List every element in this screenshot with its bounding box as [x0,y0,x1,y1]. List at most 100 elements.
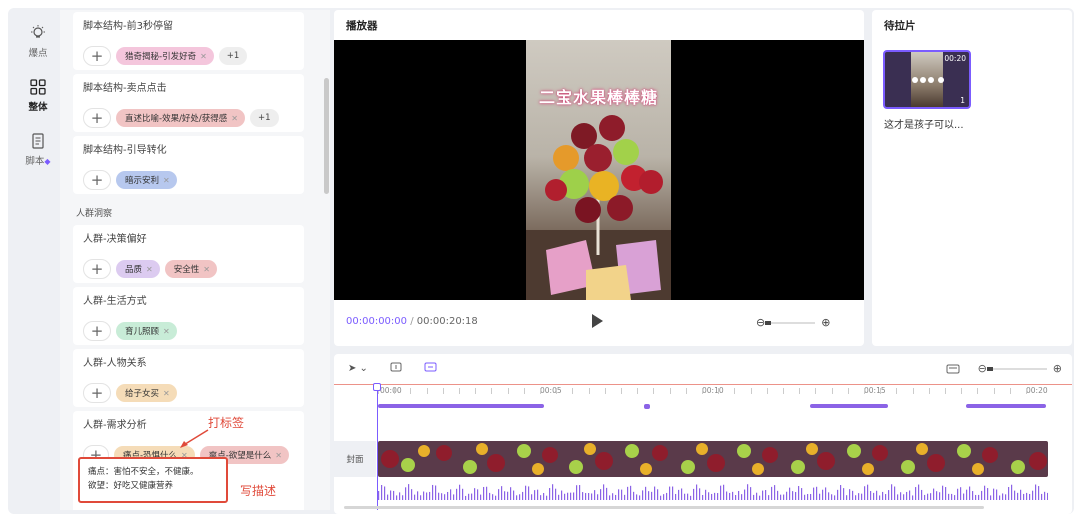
waveform-bar [777,490,779,500]
close-icon[interactable]: ✕ [203,265,210,274]
cover-track-label: 封面 [334,441,376,477]
total-time: 00:00:20:18 [416,316,478,327]
waveform-bar [570,492,572,500]
ruler-label: 00:00 [380,386,402,395]
waveform-bar [507,491,509,500]
waveform-bar [978,494,980,500]
zoom-out-icon[interactable]: ⊖ [978,362,987,375]
ruler-tick [799,388,801,394]
zoom-in-icon[interactable]: ⊕ [821,316,830,329]
close-icon[interactable]: ✕ [146,265,153,274]
clip-segment[interactable] [966,404,1046,408]
waveform-bar [519,494,521,500]
more-tags-badge[interactable]: +1 [218,47,248,65]
time-separator: / [410,316,414,327]
close-icon[interactable]: ✕ [275,451,282,460]
tag[interactable]: 给子女买 ✕ [116,384,177,402]
clip-segment[interactable] [810,404,888,408]
waveform-bar [528,486,530,500]
add-tag-button[interactable]: + [83,46,111,66]
waveform-bar [1011,484,1013,500]
card-people-decision: 人群-决策偏好 + 品质 ✕ 安全性 ✕ [73,225,304,283]
cursor-select-icon[interactable]: ➤ ⌄ [348,363,368,374]
close-icon[interactable]: ✕ [231,114,238,123]
close-icon[interactable]: ✕ [200,52,207,61]
waveform-bar [447,491,449,500]
tag[interactable]: 暗示安利 ✕ [116,171,177,189]
waveform-bar [621,489,623,500]
clip-segment[interactable] [378,404,544,408]
ruler-tick [669,388,671,394]
waveform-bar [705,489,707,500]
audio-waveform[interactable] [378,482,1048,502]
waveform-bar [867,484,869,500]
waveform-bar [390,490,392,500]
ai-mark-icon[interactable] [424,362,438,374]
timeline-scrollbar[interactable] [344,506,984,509]
waveform-bar [837,489,839,500]
card-title: 人群-人物关系 [83,358,147,369]
pending-clip-thumbnail[interactable]: 00:20 1 [883,50,971,109]
waveform-bar [831,494,833,500]
play-button[interactable] [592,314,603,328]
keyboard-icon[interactable] [946,364,960,374]
zoom-in-icon[interactable]: ⊕ [1053,362,1062,375]
waveform-bar [870,491,872,500]
waveform-bar [396,495,398,500]
waveform-bar [780,494,782,500]
card-title: 脚本结构-引导转化 [83,145,167,156]
waveform-bar [642,490,644,500]
tag[interactable]: 育儿照顾 ✕ [116,322,177,340]
tag[interactable]: 品质 ✕ [116,260,160,278]
ruler-tick [556,388,558,394]
waveform-bar [462,488,464,500]
timeline-zoom-slider[interactable] [986,366,1047,371]
comment-icon[interactable] [390,362,402,374]
waveform-bar [387,494,389,500]
tag[interactable]: 直述比喻-效果/好处/获得感 ✕ [116,109,245,127]
more-tags-badge[interactable]: +1 [250,109,279,127]
tag[interactable]: 猎奇揭秘-引发好奇 ✕ [116,47,214,65]
waveform-bar [825,487,827,500]
waveform-bar [492,494,494,500]
gem-icon: ◆ [44,157,51,166]
current-time: 00:00:00:00 [346,316,408,327]
waveform-bar [672,486,674,500]
video-canvas[interactable]: 二宝水果棒棒糖 [334,40,864,300]
playhead-handle[interactable] [373,383,381,391]
app-window: 爆点 整体 脚本◆ 脚本结构-前3秒停留 + 猎奇揭秘-引发好奇 ✕ +1 脚本结… [8,8,1074,514]
waveform-bar [411,489,413,500]
waveform-bar [669,486,671,500]
waveform-bar [585,493,587,500]
waveform-bar [639,495,641,500]
waveform-bar [1002,493,1004,500]
close-icon[interactable]: ✕ [163,176,170,185]
tag[interactable]: 安全性 ✕ [164,260,217,278]
rail-item-zhengti[interactable]: 整体 [16,76,62,130]
clip-segment[interactable] [644,404,650,409]
waveform-bar [930,493,932,500]
ruler-tick [766,388,768,394]
waveform-bar [729,492,731,500]
add-tag-button[interactable]: + [83,321,111,341]
close-icon[interactable]: ✕ [163,389,170,398]
zoom-out-icon[interactable]: ⊖ [756,316,765,329]
waveform-bar [1035,484,1037,500]
add-tag-button[interactable]: + [83,108,111,128]
waveform-bar [651,491,653,500]
close-icon[interactable]: ✕ [163,327,170,336]
clip-title[interactable]: 这才是孩子可以... [884,116,964,131]
waveform-bar [681,488,683,500]
add-tag-button[interactable]: + [83,259,111,279]
add-tag-button[interactable]: + [83,170,111,190]
add-tag-button[interactable]: + [83,383,111,403]
waveform-bar [1005,494,1007,500]
rail-item-jiaoben[interactable]: 脚本◆ [16,130,60,184]
playhead [377,386,378,510]
waveform-bar [954,495,956,500]
rail-item-baodian[interactable]: 爆点 [16,22,60,76]
scrollbar-thumb[interactable] [324,78,329,194]
description-textarea[interactable]: 痛点：害怕不安全，不健康。 欲望：好吃又健康营养 [78,457,228,503]
video-track[interactable] [378,441,1048,477]
zoom-slider[interactable] [765,320,816,325]
